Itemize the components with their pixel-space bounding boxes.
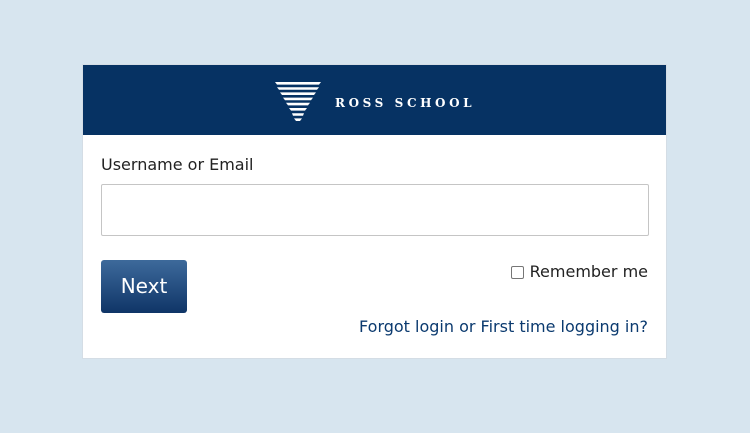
username-label: Username or Email <box>101 155 254 174</box>
remember-me[interactable]: Remember me <box>510 261 648 283</box>
remember-me-label[interactable]: Remember me <box>530 261 648 283</box>
remember-me-checkbox[interactable] <box>510 265 524 279</box>
login-card: ROSS SCHOOL Username or Email Next Remem… <box>82 64 667 359</box>
next-button[interactable]: Next <box>101 260 187 313</box>
school-name: ROSS SCHOOL <box>335 96 476 110</box>
school-header: ROSS SCHOOL <box>83 65 666 135</box>
forgot-login-link[interactable]: Forgot login or First time logging in? <box>359 316 648 338</box>
ross-school-logo-icon <box>275 82 321 121</box>
username-input[interactable] <box>101 184 649 236</box>
